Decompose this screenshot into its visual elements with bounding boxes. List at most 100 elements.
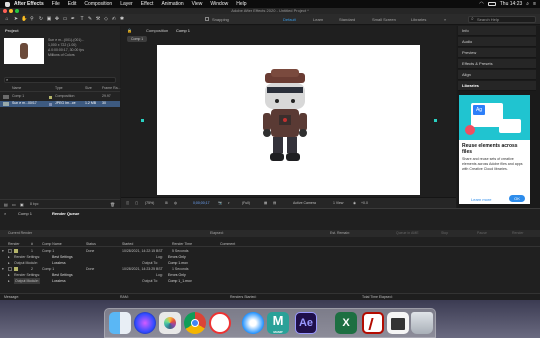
view-layout-dropdown[interactable]: 1 View: [333, 198, 343, 208]
hand-tool-icon[interactable]: ✋: [21, 16, 27, 22]
close-tab-icon[interactable]: ×: [4, 211, 6, 216]
panel-libraries[interactable]: Libraries: [458, 81, 536, 91]
minimize-window-icon[interactable]: [9, 9, 13, 13]
menu-clock[interactable]: Thu 14:23: [500, 0, 523, 8]
composition-canvas[interactable]: [157, 45, 420, 195]
composition-tab-name[interactable]: Comp 1: [176, 28, 190, 33]
camera-tool-icon[interactable]: ▣: [46, 16, 52, 22]
column-render[interactable]: Render: [8, 241, 19, 247]
menu-help[interactable]: Help: [236, 0, 246, 8]
news-icon[interactable]: [209, 312, 231, 334]
output-to-file[interactable]: Comp 1_1.mov: [168, 278, 192, 284]
search-help-input[interactable]: ⌕ Search Help: [468, 16, 536, 23]
column-frame-rate[interactable]: Frame Ra...: [102, 86, 120, 90]
project-item-row[interactable]: Comp 1 Composition 29.97: [0, 94, 120, 100]
reset-exposure-icon[interactable]: ◉: [353, 198, 356, 208]
label-color-swatch[interactable]: [49, 96, 52, 99]
workspace-libraries[interactable]: Libraries: [411, 17, 426, 22]
lock-icon[interactable]: 🔒: [127, 28, 132, 33]
comp-sub-tab[interactable]: Comp 1: [127, 36, 148, 42]
trash-icon[interactable]: [411, 312, 433, 334]
battery-icon[interactable]: [487, 2, 496, 6]
panel-align[interactable]: Align: [458, 70, 536, 80]
workspace-learn[interactable]: Learn: [313, 17, 323, 22]
tab-render-queue[interactable]: Render Queue: [52, 211, 79, 216]
resolution-dropdown[interactable]: (Full): [242, 198, 250, 208]
column-index[interactable]: #: [31, 241, 33, 247]
menu-edit[interactable]: Edit: [68, 0, 77, 8]
menu-layer[interactable]: Layer: [120, 0, 133, 8]
brush-tool-icon[interactable]: ✎: [87, 16, 93, 22]
3d-renderer-icon[interactable]: ▤: [273, 198, 276, 208]
rotate-tool-icon[interactable]: ↻: [38, 16, 44, 22]
column-comment[interactable]: Comment: [220, 241, 235, 247]
photos-icon[interactable]: [159, 312, 181, 334]
composition-tab-label[interactable]: Composition: [146, 28, 168, 33]
output-module-dropdown[interactable]: Lossless: [52, 278, 66, 284]
queue-in-ame-button[interactable]: Queue in AME: [396, 231, 419, 235]
transparency-grid-icon[interactable]: ▦: [264, 198, 267, 208]
column-type[interactable]: Type: [55, 86, 63, 90]
label-color-swatch[interactable]: [14, 267, 18, 271]
snapshot-icon[interactable]: 📷: [218, 198, 222, 208]
project-item-row-selected[interactable]: Sun e m...00/17 JPEG Im...ce 1.2 MB 30: [0, 101, 120, 107]
bit-depth-label[interactable]: 8 bpc: [30, 202, 39, 206]
label-color-swatch[interactable]: [49, 103, 52, 106]
column-render-time[interactable]: Render Time: [172, 241, 192, 247]
learn-more-link[interactable]: Learn more: [471, 197, 491, 202]
menu-file[interactable]: File: [52, 0, 60, 8]
region-icon[interactable]: ▢: [135, 198, 138, 208]
mask-icon[interactable]: ◍: [174, 198, 177, 208]
control-center-icon[interactable]: ≡: [533, 0, 536, 8]
wifi-icon[interactable]: ◠: [479, 0, 483, 8]
always-preview-icon[interactable]: ◫: [126, 198, 129, 208]
label-color-swatch[interactable]: [14, 249, 18, 253]
rectangle-tool-icon[interactable]: ▭: [62, 16, 68, 22]
workspace-standard[interactable]: Standard: [339, 17, 355, 22]
safari-icon[interactable]: [242, 312, 264, 334]
menu-animation[interactable]: Animation: [161, 0, 183, 8]
grid-icon[interactable]: ⊞: [165, 198, 168, 208]
column-comp-name[interactable]: Comp Name: [42, 241, 62, 247]
close-window-icon[interactable]: [3, 9, 7, 13]
menu-view[interactable]: View: [192, 0, 203, 8]
pause-button[interactable]: Pause: [477, 231, 487, 235]
workspace-overflow-icon[interactable]: »: [444, 17, 446, 22]
column-status[interactable]: Status: [86, 241, 96, 247]
show-snapshot-icon[interactable]: ◐: [228, 198, 230, 208]
selection-tool-icon[interactable]: ➤: [13, 16, 19, 22]
interpret-footage-icon[interactable]: ▤: [4, 202, 8, 207]
column-name[interactable]: Name: [12, 86, 21, 90]
chrome-icon[interactable]: [184, 312, 206, 334]
timecode-display[interactable]: 0;00;00;17: [193, 198, 210, 208]
render-checkbox[interactable]: [8, 249, 12, 253]
preview-icon[interactable]: [387, 312, 409, 334]
zoom-dropdown[interactable]: (75%): [145, 198, 154, 208]
column-started[interactable]: Started: [122, 241, 133, 247]
column-size[interactable]: Size: [85, 86, 92, 90]
eraser-tool-icon[interactable]: ◇: [103, 16, 109, 22]
trash-icon[interactable]: 🗑: [110, 202, 115, 207]
finder-icon[interactable]: [109, 312, 131, 334]
render-checkbox[interactable]: [8, 267, 12, 271]
left-edge-handle[interactable]: [141, 119, 144, 122]
panel-audio[interactable]: Audio: [458, 37, 536, 47]
project-search-input[interactable]: ⌕: [4, 77, 116, 83]
expand-arrow-icon[interactable]: ▸: [8, 278, 10, 284]
ok-button[interactable]: OK: [509, 195, 525, 202]
menu-composition[interactable]: Composition: [84, 0, 112, 8]
tab-comp1-timeline[interactable]: Comp 1: [18, 211, 32, 216]
roto-brush-tool-icon[interactable]: ✍: [111, 16, 117, 22]
siri-icon[interactable]: [134, 312, 156, 334]
right-edge-handle[interactable]: [434, 119, 437, 122]
exposure-value[interactable]: +0.0: [361, 198, 368, 208]
after-effects-icon[interactable]: Ae: [295, 312, 317, 334]
apple-icon[interactable]: [5, 1, 10, 7]
snapping-checkbox[interactable]: [205, 17, 209, 21]
workspace-small-screen[interactable]: Small Screen: [372, 17, 396, 22]
pen-tool-icon[interactable]: ✒: [70, 16, 76, 22]
stop-button[interactable]: Stop: [441, 231, 448, 235]
panel-preview[interactable]: Preview: [458, 48, 536, 58]
type-tool-icon[interactable]: T: [79, 16, 85, 22]
new-folder-icon[interactable]: ▭: [12, 202, 16, 207]
